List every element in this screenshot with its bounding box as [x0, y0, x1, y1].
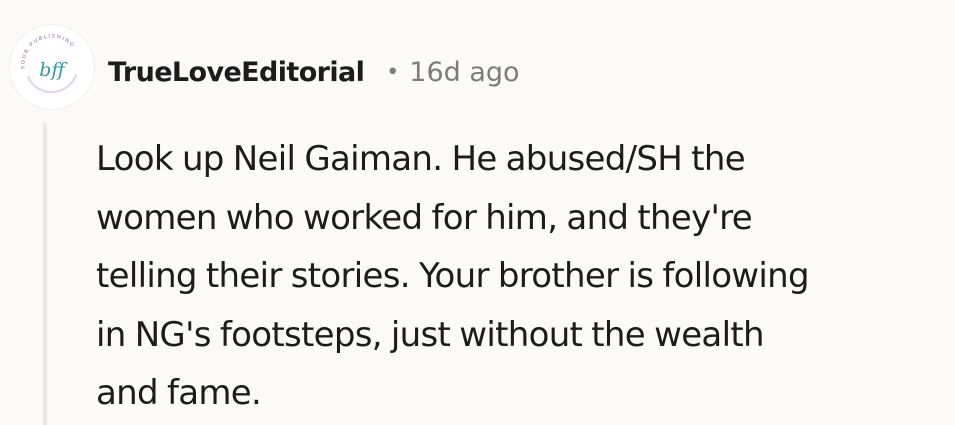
comment-meta: TrueLoveEditorial • 16d ago [108, 50, 520, 94]
avatar-logo-icon: YOUR PUBLISHING bff [21, 34, 78, 94]
author-username[interactable]: TrueLoveEditorial [108, 57, 365, 88]
comment: YOUR PUBLISHING bff TrueLoveEditorial • … [0, 0, 955, 425]
timestamp[interactable]: 16d ago [409, 57, 519, 88]
thread-line[interactable] [43, 123, 47, 425]
meta-separator: • [386, 59, 400, 85]
comment-body-line: in NG's footsteps, just without the weal… [96, 314, 764, 355]
comment-body-line: women who worked for him, and they're [96, 197, 753, 238]
comment-body-line: and fame. [96, 373, 262, 413]
avatar-initials: bff [39, 59, 68, 81]
comment-body-line: Look up Neil Gaiman. He abused/SH the [96, 139, 746, 179]
comment-body: Look up Neil Gaiman. He abused/SH the wo… [96, 130, 946, 423]
avatar[interactable]: YOUR PUBLISHING bff [10, 25, 94, 109]
comment-body-line: telling their stories. Your brother is f… [96, 256, 810, 296]
